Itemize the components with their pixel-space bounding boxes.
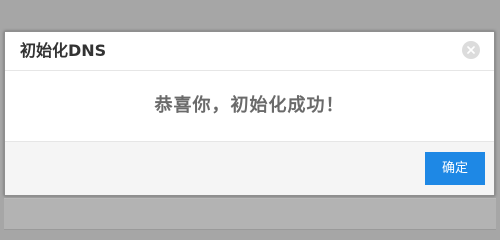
confirm-button[interactable]: 确定 xyxy=(425,152,485,185)
dialog-footer: 确定 xyxy=(5,141,494,195)
close-icon xyxy=(467,46,475,54)
backdrop-underlay xyxy=(4,198,496,230)
success-message: 恭喜你，初始化成功！ xyxy=(154,95,345,116)
dns-init-dialog: 初始化DNS 恭喜你，初始化成功！ 确定 xyxy=(4,31,495,196)
close-button[interactable] xyxy=(462,41,480,59)
dialog-title: 初始化DNS xyxy=(20,41,107,60)
dialog-body: 恭喜你，初始化成功！ xyxy=(5,72,494,142)
dialog-header: 初始化DNS xyxy=(5,32,494,71)
